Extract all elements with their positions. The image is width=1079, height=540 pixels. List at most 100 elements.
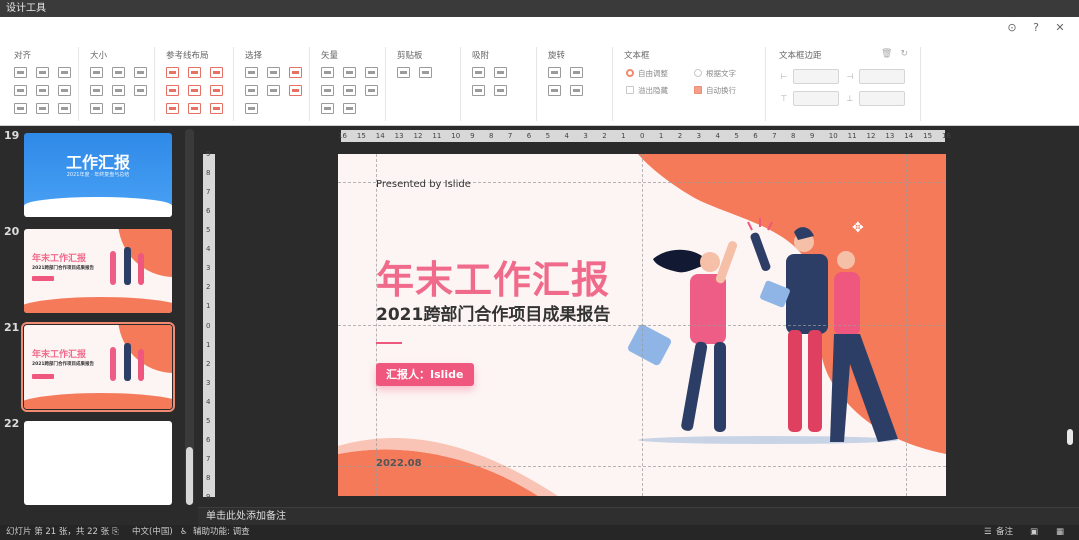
guide-middle-icon[interactable]: [188, 85, 201, 96]
align-left-icon[interactable]: [14, 67, 27, 78]
select-bottom-icon[interactable]: [245, 103, 258, 114]
select-arrow-icon[interactable]: [289, 85, 302, 96]
margin-left-input[interactable]: [793, 69, 839, 84]
align-center-icon[interactable]: [36, 67, 49, 78]
margin-bottom-input[interactable]: [859, 91, 905, 106]
snap-grid-icon[interactable]: [494, 67, 507, 78]
same-size-icon[interactable]: [134, 67, 147, 78]
accent-line[interactable]: [376, 342, 402, 344]
guide-top-icon[interactable]: [166, 85, 179, 96]
spellcheck-icon[interactable]: ⎘: [112, 525, 119, 540]
select-same-icon[interactable]: [245, 67, 258, 78]
guide-line[interactable]: [906, 154, 907, 496]
close-icon[interactable]: ✕: [1053, 21, 1067, 35]
scrollbar-thumb[interactable]: [186, 447, 193, 505]
ruler-tick-label: 2: [602, 132, 607, 140]
guide-line[interactable]: [376, 154, 377, 496]
slide-thumbnail-21[interactable]: 年末工作汇报 2021跨部门合作项目成果报告: [21, 322, 175, 412]
slide-thumbnail-19[interactable]: 工作汇报 2021年度 · 年终复盘与总结: [24, 133, 172, 217]
align-slide-icon[interactable]: [58, 103, 71, 114]
slide-subtitle[interactable]: 2021跨部门合作项目成果报告: [376, 300, 610, 325]
ruler-tick-label: 8: [791, 132, 796, 140]
group-label-rotate: 旋转: [548, 51, 566, 61]
distribute-horizontal-icon[interactable]: [14, 103, 27, 114]
vector-intersect-icon[interactable]: [321, 85, 334, 96]
rotate-left-icon[interactable]: [548, 67, 561, 78]
slide-title[interactable]: 年末工作汇报: [376, 249, 610, 304]
ruler-tick-label: 8: [489, 132, 494, 140]
ruler-tick-label: 0: [640, 132, 645, 140]
rotate-right-icon[interactable]: [570, 67, 583, 78]
slide-canvas[interactable]: Presented by Islide 年末工作汇报 2021跨部门合作项目成果…: [338, 154, 946, 496]
reporter-badge[interactable]: 汇报人：Islide: [376, 363, 474, 386]
scrollbar-thumb[interactable]: [1067, 429, 1073, 445]
flip-vertical-icon[interactable]: [548, 85, 561, 96]
vector-subtract-icon[interactable]: [343, 85, 356, 96]
option-overflow-hide[interactable]: 溢出隐藏: [626, 84, 694, 96]
presented-by-text[interactable]: Presented by Islide: [376, 179, 471, 190]
reset-icon[interactable]: ↻: [900, 49, 908, 59]
copy-icon[interactable]: [397, 67, 410, 78]
slide-thumbnail-20[interactable]: 年末工作汇报 2021跨部门合作项目成果报告: [24, 229, 172, 313]
option-auto-adjust[interactable]: 自由调整: [626, 67, 694, 79]
stretch-left-icon[interactable]: [90, 85, 103, 96]
settings-icon[interactable]: ⊙: [1005, 21, 1019, 35]
select-color-icon[interactable]: [289, 67, 302, 78]
vector-outline-icon[interactable]: [343, 103, 356, 114]
stretch-full-icon[interactable]: [112, 103, 125, 114]
snap-flag-icon[interactable]: [472, 67, 485, 78]
editor-scrollbar[interactable]: [1064, 133, 1074, 501]
select-middle-icon[interactable]: [267, 85, 280, 96]
flip-horizontal-icon[interactable]: [570, 85, 583, 96]
stretch-right-icon[interactable]: [112, 85, 125, 96]
align-top-icon[interactable]: [14, 85, 27, 96]
same-height-icon[interactable]: [112, 67, 125, 78]
thumbnail-scrollbar[interactable]: [185, 129, 194, 505]
help-icon[interactable]: ?: [1029, 21, 1043, 35]
vector-edit-icon[interactable]: [365, 85, 378, 96]
slide-date[interactable]: 2022.08: [376, 458, 422, 469]
notes-toggle[interactable]: 备注: [996, 525, 1013, 540]
guide-fill-h-icon[interactable]: [166, 103, 179, 114]
checkbox-icon: [626, 86, 634, 94]
margin-top-input[interactable]: [793, 91, 839, 106]
select-top-icon[interactable]: [245, 85, 258, 96]
margin-right-input[interactable]: [859, 69, 905, 84]
notes-pane[interactable]: 单击此处添加备注: [198, 507, 1079, 525]
group-vector: 矢量: [313, 47, 386, 121]
guide-line[interactable]: [642, 154, 643, 496]
vector-combine-icon[interactable]: [343, 67, 356, 78]
guide-right-icon[interactable]: [210, 67, 223, 78]
vector-split-icon[interactable]: [321, 103, 334, 114]
snap-right-icon[interactable]: [494, 85, 507, 96]
paste-icon[interactable]: [419, 67, 432, 78]
distribute-vertical-icon[interactable]: [36, 103, 49, 114]
status-bar: 幻灯片 第 21 张，共 22 张 ⎘ 中文(中国) ♿ 辅助功能: 调查 ☰ …: [0, 525, 1079, 540]
select-type-icon[interactable]: [267, 67, 280, 78]
vector-union-icon[interactable]: [321, 67, 334, 78]
slide-sorter-icon[interactable]: ▦: [1056, 525, 1064, 540]
align-bottom-icon[interactable]: [58, 85, 71, 96]
vector-fragment-icon[interactable]: [365, 67, 378, 78]
same-width-icon[interactable]: [90, 67, 103, 78]
margin-left-icon: ⊢: [780, 72, 788, 81]
option-fit-text[interactable]: 根据文字: [694, 67, 764, 79]
guide-bottom-icon[interactable]: [210, 85, 223, 96]
slide-thumbnail-22[interactable]: [24, 421, 172, 505]
option-label: 根据文字: [706, 68, 736, 78]
language-indicator[interactable]: 中文(中国): [132, 525, 173, 540]
guide-left-icon[interactable]: [166, 67, 179, 78]
guide-fill-v-icon[interactable]: [188, 103, 201, 114]
normal-view-icon[interactable]: ▣: [1030, 525, 1038, 540]
accessibility-status[interactable]: 辅助功能: 调查: [193, 525, 250, 540]
group-snap: 吸附: [464, 47, 537, 121]
guide-center-icon[interactable]: [188, 67, 201, 78]
align-middle-icon[interactable]: [36, 85, 49, 96]
snap-left-icon[interactable]: [472, 85, 485, 96]
option-auto-wrap[interactable]: 自动换行: [694, 84, 764, 96]
stretch-bottom-icon[interactable]: [90, 103, 103, 114]
stretch-top-icon[interactable]: [134, 85, 147, 96]
align-right-icon[interactable]: [58, 67, 71, 78]
guide-fill-all-icon[interactable]: [210, 103, 223, 114]
delete-icon[interactable]: 🗑: [881, 49, 892, 59]
